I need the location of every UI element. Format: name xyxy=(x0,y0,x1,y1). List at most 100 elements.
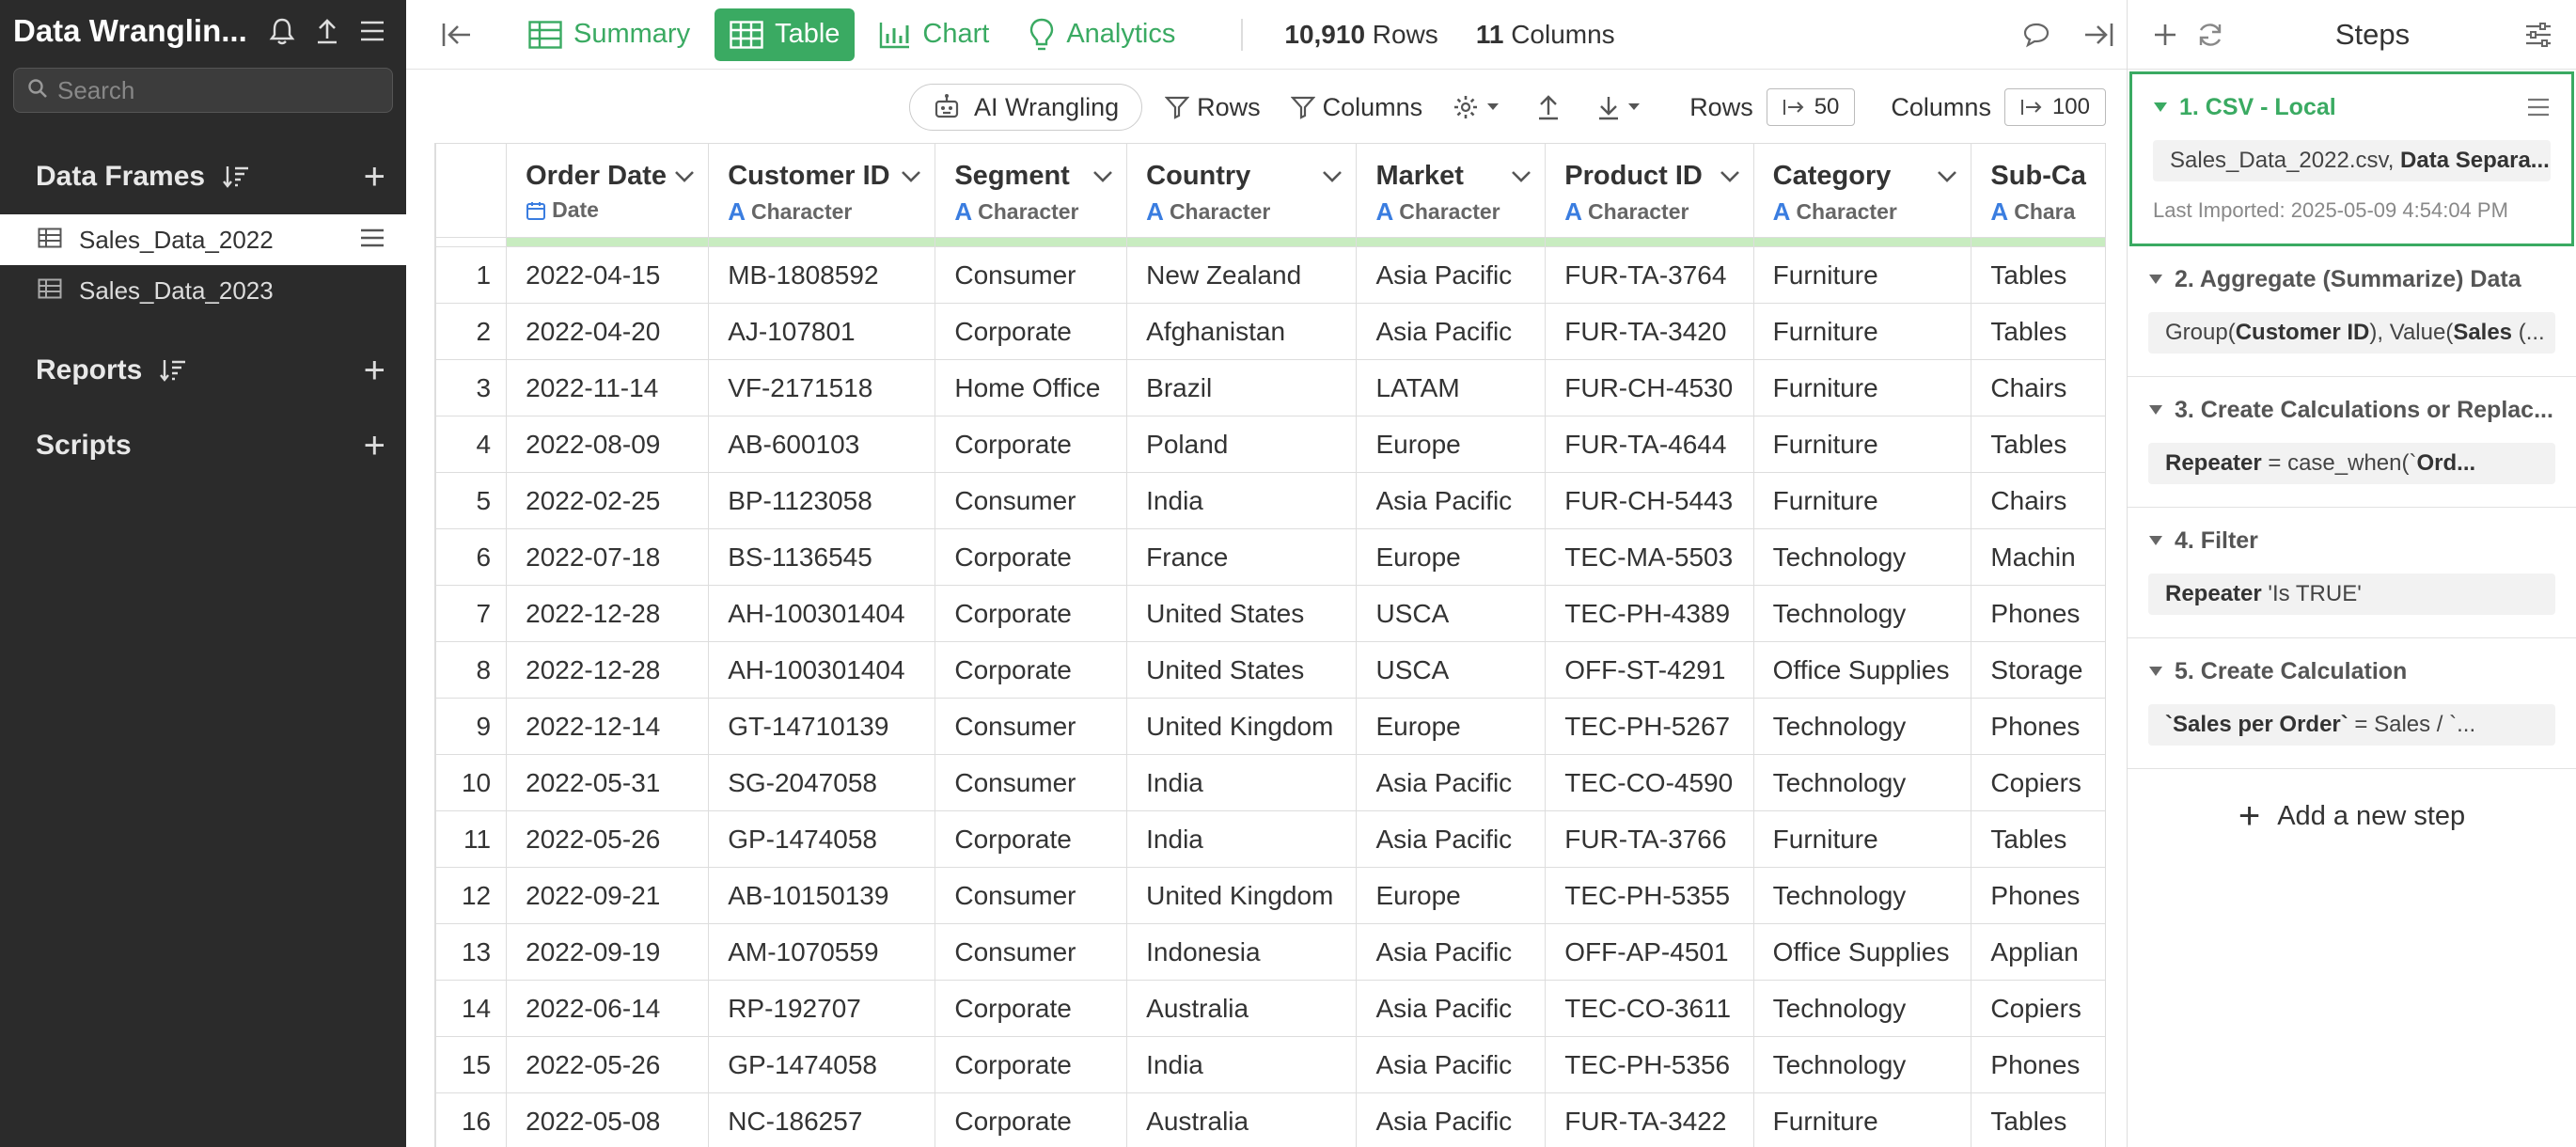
table-cell[interactable]: NC-186257 xyxy=(708,1092,936,1147)
column-header[interactable]: Country A Character xyxy=(1126,143,1358,238)
table-row[interactable]: 3 2022-11-14 VF-2171518 Home Office Brazil LA… xyxy=(435,359,2106,416)
summary-view-button[interactable]: Summary xyxy=(513,8,705,61)
step-summary[interactable]: Repeater = case_when(` Ord... xyxy=(2148,443,2555,484)
table-cell[interactable]: United States xyxy=(1126,585,1358,642)
table-cell[interactable]: Technology xyxy=(1752,698,1972,755)
table-cell[interactable]: Phones xyxy=(1971,698,2106,755)
step-aggregate[interactable]: 2. Aggregate (Summarize) Data Group(Cust… xyxy=(2128,246,2576,377)
table-cell[interactable]: Technology xyxy=(1752,980,1972,1037)
table-cell[interactable]: Poland xyxy=(1126,416,1358,473)
table-cell[interactable]: AM-1070559 xyxy=(708,923,936,981)
table-cell[interactable]: Furniture xyxy=(1752,472,1972,529)
table-view-button[interactable]: Table xyxy=(715,8,856,61)
chevron-down-icon[interactable] xyxy=(1720,170,1740,183)
table-cell[interactable]: 2022-11-14 xyxy=(506,359,710,416)
table-cell[interactable]: Phones xyxy=(1971,867,2106,924)
sort-icon[interactable] xyxy=(159,356,187,385)
table-cell[interactable]: GP-1474058 xyxy=(708,810,936,868)
table-cell[interactable]: Furniture xyxy=(1752,416,1972,473)
table-cell[interactable]: Phones xyxy=(1971,585,2106,642)
table-cell[interactable]: TEC-PH-5356 xyxy=(1545,1036,1754,1093)
analytics-view-button[interactable]: Analytics xyxy=(1013,8,1190,61)
table-cell[interactable]: Europe xyxy=(1356,867,1547,924)
triangle-down-icon[interactable] xyxy=(2148,535,2163,546)
table-cell[interactable]: TEC-CO-3611 xyxy=(1545,980,1754,1037)
table-cell[interactable]: 2022-09-21 xyxy=(506,867,710,924)
table-cell[interactable]: Consumer xyxy=(935,923,1128,981)
table-cell[interactable]: LATAM xyxy=(1356,359,1547,416)
app-title[interactable]: Data Wranglin... xyxy=(13,13,258,49)
table-cell[interactable]: FUR-TA-3422 xyxy=(1545,1092,1754,1147)
table-cell[interactable]: Consumer xyxy=(935,246,1128,304)
upload-button[interactable] xyxy=(1537,94,1567,120)
table-cell[interactable]: Technology xyxy=(1752,754,1972,811)
step-create-calculation[interactable]: 5. Create Calculation `Sales per Order` … xyxy=(2128,638,2576,769)
hamburger-menu-icon[interactable] xyxy=(352,10,393,52)
table-cell[interactable]: 2022-12-28 xyxy=(506,641,710,699)
table-cell[interactable]: Technology xyxy=(1752,867,1972,924)
table-cell[interactable]: FUR-TA-3766 xyxy=(1545,810,1754,868)
table-cell[interactable]: Asia Pacific xyxy=(1356,246,1547,304)
triangle-down-icon[interactable] xyxy=(2148,274,2163,285)
rows-limit-input[interactable]: 50 xyxy=(1766,88,1856,126)
table-cell[interactable]: Furniture xyxy=(1752,359,1972,416)
table-cell[interactable]: 2022-09-19 xyxy=(506,923,710,981)
table-cell[interactable]: Asia Pacific xyxy=(1356,810,1547,868)
table-cell[interactable]: Technology xyxy=(1752,585,1972,642)
step-title[interactable]: 4. Filter xyxy=(2148,508,2555,574)
table-cell[interactable]: AH-100301404 xyxy=(708,585,936,642)
table-cell[interactable]: 2022-12-28 xyxy=(506,585,710,642)
table-cell[interactable]: 2022-06-14 xyxy=(506,980,710,1037)
step-summary[interactable]: Group(Customer ID), Value(Sales (... xyxy=(2148,312,2555,354)
table-cell[interactable]: Australia xyxy=(1126,1092,1358,1147)
chevron-down-icon[interactable] xyxy=(1092,170,1113,183)
table-cell[interactable]: GT-14710139 xyxy=(708,698,936,755)
search-box[interactable] xyxy=(13,68,393,113)
table-cell[interactable]: Consumer xyxy=(935,698,1128,755)
table-cell[interactable]: India xyxy=(1126,810,1358,868)
add-report-button[interactable]: + xyxy=(364,352,385,389)
add-step-plus-icon[interactable] xyxy=(2144,14,2186,55)
table-cell[interactable]: Corporate xyxy=(935,810,1128,868)
table-cell[interactable]: Consumer xyxy=(935,754,1128,811)
table-cell[interactable]: 2022-12-14 xyxy=(506,698,710,755)
chevron-down-icon[interactable] xyxy=(1937,170,1957,183)
search-input[interactable] xyxy=(57,75,377,105)
step-menu-icon[interactable] xyxy=(2526,97,2551,118)
table-cell[interactable]: Tables xyxy=(1971,246,2106,304)
table-cell[interactable]: Asia Pacific xyxy=(1356,754,1547,811)
table-row[interactable]: 1 2022-04-15 MB-1808592 Consumer New Zealand… xyxy=(435,246,2106,304)
ai-wrangling-button[interactable]: AI Wrangling xyxy=(909,84,1143,131)
table-row[interactable]: 9 2022-12-14 GT-14710139 Consumer United Kin… xyxy=(435,698,2106,755)
table-cell[interactable]: Corporate xyxy=(935,1092,1128,1147)
table-cell[interactable]: Furniture xyxy=(1752,810,1972,868)
table-cell[interactable]: Office Supplies xyxy=(1752,641,1972,699)
sliders-icon[interactable] xyxy=(2518,14,2559,55)
column-header[interactable]: Market A Character xyxy=(1356,143,1547,238)
table-cell[interactable]: FUR-TA-3764 xyxy=(1545,246,1754,304)
table-cell[interactable]: AB-10150139 xyxy=(708,867,936,924)
table-cell[interactable]: FUR-CH-4530 xyxy=(1545,359,1754,416)
refresh-icon[interactable] xyxy=(2190,14,2231,55)
table-cell[interactable]: Asia Pacific xyxy=(1356,923,1547,981)
table-cell[interactable]: Applian xyxy=(1971,923,2106,981)
table-cell[interactable]: SG-2047058 xyxy=(708,754,936,811)
table-cell[interactable]: Tables xyxy=(1971,416,2106,473)
table-cell[interactable]: Chairs xyxy=(1971,472,2106,529)
data-frame-item-sales-data-2022[interactable]: Sales_Data_2022 xyxy=(0,214,406,265)
data-frame-item-sales-data-2023[interactable]: Sales_Data_2023 xyxy=(0,265,406,316)
table-cell[interactable]: India xyxy=(1126,472,1358,529)
column-header[interactable]: Product ID A Character xyxy=(1545,143,1754,238)
table-cell[interactable]: Furniture xyxy=(1752,303,1972,360)
table-cell[interactable]: TEC-PH-4389 xyxy=(1545,585,1754,642)
table-row[interactable]: 7 2022-12-28 AH-100301404 Corporate United S… xyxy=(435,585,2106,642)
table-cell[interactable]: Asia Pacific xyxy=(1356,303,1547,360)
rows-filter-button[interactable]: Rows xyxy=(1165,93,1261,122)
collapse-steps-icon[interactable] xyxy=(2078,14,2119,55)
table-cell[interactable]: Asia Pacific xyxy=(1356,472,1547,529)
table-cell[interactable]: Europe xyxy=(1356,416,1547,473)
columns-limit-input[interactable]: 100 xyxy=(2003,88,2106,126)
data-table-container[interactable]: Order Date Date Customer ID A Character Segme… xyxy=(434,143,2106,1147)
table-cell[interactable]: Office Supplies xyxy=(1752,923,1972,981)
table-cell[interactable]: Indonesia xyxy=(1126,923,1358,981)
